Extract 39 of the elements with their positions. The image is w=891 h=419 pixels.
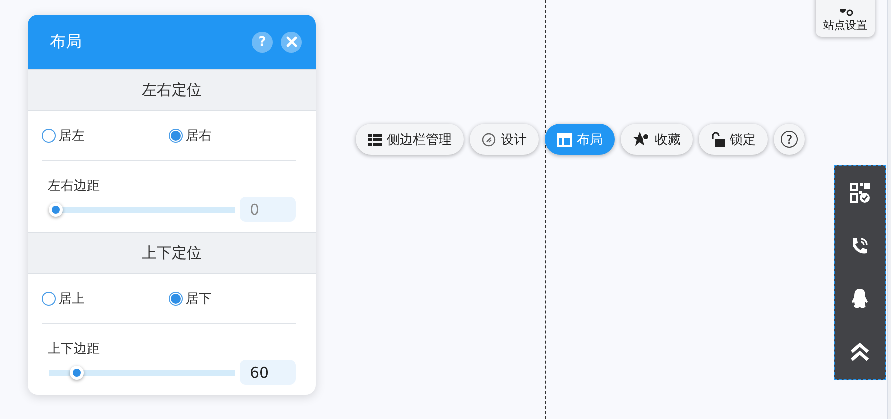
radio-option[interactable]: 居右 (169, 126, 296, 144)
panel-title: 布局 (50, 32, 83, 52)
radio-label: 居左 (59, 128, 85, 144)
radio-button[interactable] (169, 292, 183, 306)
radio-button[interactable] (42, 128, 56, 142)
radio-option[interactable]: 居左 (42, 126, 169, 144)
section-title: 左右定位 (142, 80, 202, 100)
radio-option[interactable]: 居上 (42, 290, 169, 308)
palette-icon (482, 132, 496, 146)
toolbar-button[interactable]: 侧边栏管理 (356, 124, 464, 155)
slider-thumb[interactable] (70, 366, 84, 380)
radio-button[interactable] (42, 292, 56, 306)
radio-label: 居上 (59, 290, 85, 308)
radio-label: 居下 (186, 290, 212, 308)
number-field[interactable]: 0 (240, 197, 296, 222)
star-icon (633, 132, 650, 147)
close-icon (286, 36, 298, 48)
toolbar-button[interactable]: 锁定 (699, 124, 768, 155)
toolbar-button[interactable]: 设计 (470, 124, 539, 155)
double-chevron-up-icon[interactable] (850, 342, 870, 362)
qr-code-icon[interactable] (850, 182, 870, 203)
help-button[interactable]: ? (774, 124, 805, 155)
site-settings-button[interactable]: 站点设置 (816, 0, 875, 37)
radio-label: 居右 (186, 128, 212, 144)
slider-label: 左右边距 (48, 178, 101, 195)
radio-option[interactable]: 居下 (169, 290, 296, 308)
section-title: 上下定位 (142, 244, 202, 262)
radio-button[interactable] (169, 128, 183, 142)
list-icon (368, 134, 382, 146)
slider-label: 上下边距 (48, 341, 101, 358)
unlock-icon (711, 132, 725, 147)
close-button[interactable] (281, 32, 302, 52)
penguin-icon[interactable] (851, 289, 869, 310)
gears-icon (838, 9, 854, 17)
layout-icon (557, 132, 572, 146)
toolbar-button[interactable]: 收藏 (621, 124, 693, 155)
phone-icon[interactable] (850, 236, 870, 256)
slider-thumb[interactable] (49, 202, 63, 216)
number-field[interactable]: 60 (240, 360, 296, 385)
